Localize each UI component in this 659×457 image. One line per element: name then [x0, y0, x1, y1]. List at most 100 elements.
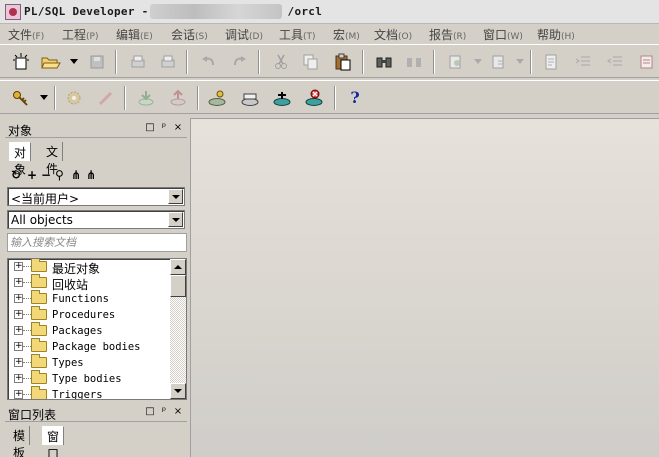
cut-icon[interactable]	[270, 51, 292, 73]
help-icon[interactable]: ?	[344, 87, 366, 109]
tree-item-recycle-bin[interactable]: + 回收站	[8, 274, 170, 292]
tree-item-label: Type bodies	[52, 373, 122, 385]
object-tree: + 最近对象 + 回收站 + Functions + Procedures + Packa…	[7, 258, 187, 400]
tree-item-functions[interactable]: + Functions	[8, 290, 170, 307]
user-select[interactable]: <当前用户>	[7, 187, 185, 206]
print-icon[interactable]	[127, 51, 149, 73]
document-icon[interactable]	[540, 51, 562, 73]
tree-item-recent[interactable]: + 最近对象	[8, 259, 170, 276]
expand-icon[interactable]: +	[14, 294, 23, 303]
paste-icon[interactable]	[332, 51, 354, 73]
toolbar-separator	[258, 50, 260, 74]
remove-icon[interactable]: −	[41, 168, 51, 182]
load-dropdown-icon[interactable]	[474, 59, 482, 64]
tree-scrollbar[interactable]	[170, 259, 186, 399]
expand-icon[interactable]: +	[14, 374, 23, 383]
expand-icon[interactable]: +	[14, 262, 23, 271]
find-binoculars-icon[interactable]	[373, 51, 395, 73]
tree-item-type-bodies[interactable]: + Type bodies	[8, 370, 170, 387]
load-file-icon[interactable]	[445, 51, 467, 73]
menu-macro[interactable]: 宏(M)	[333, 26, 360, 43]
object-filter-select[interactable]: All objects	[7, 210, 185, 229]
expand-icon[interactable]: +	[14, 390, 23, 399]
tree-item-types[interactable]: + Types	[8, 354, 170, 371]
chevron-down-icon[interactable]	[168, 212, 183, 227]
expand-icon[interactable]: +	[14, 358, 23, 367]
unindent-icon[interactable]	[604, 51, 626, 73]
filter-edit-icon[interactable]: ⋔	[86, 168, 96, 182]
add-icon[interactable]: +	[27, 168, 37, 182]
tree-item-package-bodies[interactable]: + Package bodies	[8, 338, 170, 355]
save-file-icon[interactable]	[488, 51, 510, 73]
new-icon[interactable]	[10, 51, 32, 73]
chevron-down-icon[interactable]	[168, 189, 183, 204]
mdi-workspace[interactable]	[190, 118, 659, 457]
db-connect-icon[interactable]	[271, 87, 293, 109]
window-title-left: PL/SQL Developer -	[24, 5, 156, 18]
open-folder-icon[interactable]	[40, 51, 62, 73]
menu-help[interactable]: 帮助(H)	[537, 26, 575, 43]
execute-gear-icon[interactable]	[63, 87, 85, 109]
menu-session[interactable]: 会话(S)	[171, 26, 208, 43]
logon-dropdown-icon[interactable]	[40, 95, 48, 100]
logon-key-icon[interactable]	[10, 87, 32, 109]
copy-icon[interactable]	[300, 51, 322, 73]
close-icon[interactable]: ×	[172, 122, 184, 134]
menu-file[interactable]: 文件(F)	[8, 26, 44, 43]
restore-icon[interactable]: □	[144, 406, 156, 418]
tree-item-procedures[interactable]: + Procedures	[8, 306, 170, 323]
tab-files[interactable]: 文件	[42, 142, 64, 176]
restore-icon[interactable]: □	[144, 122, 156, 134]
open-dropdown-icon[interactable]	[70, 59, 78, 64]
tab-objects[interactable]: 对象	[9, 142, 32, 177]
menu-reports[interactable]: 报告(R)	[429, 26, 466, 43]
folder-icon	[31, 354, 47, 368]
menu-window[interactable]: 窗口(W)	[483, 26, 523, 43]
break-icon[interactable]	[95, 87, 117, 109]
redo-icon[interactable]	[228, 51, 250, 73]
expand-icon[interactable]: +	[14, 278, 23, 287]
pin-icon[interactable]: ᵖ	[158, 406, 170, 418]
tab-templates[interactable]: 模板	[9, 426, 31, 457]
tree-item-packages[interactable]: + Packages	[8, 322, 170, 339]
db-user-icon[interactable]	[207, 87, 229, 109]
close-icon[interactable]: ×	[172, 406, 184, 418]
toolbar-separator	[362, 50, 364, 74]
expand-icon[interactable]: +	[14, 310, 23, 319]
db-disconnect-icon[interactable]	[303, 87, 325, 109]
title-bar: PL/SQL Developer - /orcl	[0, 0, 659, 24]
comment-icon[interactable]	[636, 51, 658, 73]
print-preview-icon[interactable]	[157, 51, 179, 73]
filter-icon[interactable]: ⋔	[71, 168, 81, 182]
menu-project[interactable]: 工程(P)	[62, 26, 98, 43]
find-replace-icon[interactable]	[403, 51, 425, 73]
tree-item-label: Types	[52, 357, 84, 369]
save-icon[interactable]	[86, 51, 108, 73]
expand-icon[interactable]: +	[14, 326, 23, 335]
scroll-down-icon[interactable]	[170, 383, 186, 399]
toolbar-separator	[197, 86, 199, 110]
object-browser-panel: 对象 □ ᵖ × 对象 文件 ↻ + − ⚲ ⋔ ⋔ <当前用户> All ob…	[5, 120, 187, 400]
commit-icon[interactable]	[135, 87, 157, 109]
save-file-dropdown-icon[interactable]	[516, 59, 524, 64]
find-icon[interactable]: ⚲	[55, 168, 64, 182]
menu-edit[interactable]: 编辑(E)	[116, 26, 153, 43]
undo-icon[interactable]	[198, 51, 220, 73]
db-session-icon[interactable]	[239, 87, 261, 109]
menu-debug[interactable]: 调试(D)	[225, 26, 263, 43]
menu-documents[interactable]: 文档(O)	[374, 26, 412, 43]
scroll-up-icon[interactable]	[170, 259, 186, 275]
tree-item-triggers[interactable]: + Triggers	[8, 386, 170, 400]
scroll-thumb[interactable]	[170, 275, 186, 297]
indent-icon[interactable]	[572, 51, 594, 73]
tree-item-label: Triggers	[52, 389, 103, 400]
rollback-icon[interactable]	[167, 87, 189, 109]
tab-window-list[interactable]: 窗口列表	[42, 426, 65, 457]
refresh-icon[interactable]: ↻	[11, 168, 21, 182]
expand-icon[interactable]: +	[14, 342, 23, 351]
search-input[interactable]	[10, 235, 180, 250]
toolbar-separator	[530, 50, 532, 74]
menu-tools[interactable]: 工具(T)	[279, 26, 316, 43]
pin-icon[interactable]: ᵖ	[158, 122, 170, 134]
folder-icon	[31, 322, 47, 336]
